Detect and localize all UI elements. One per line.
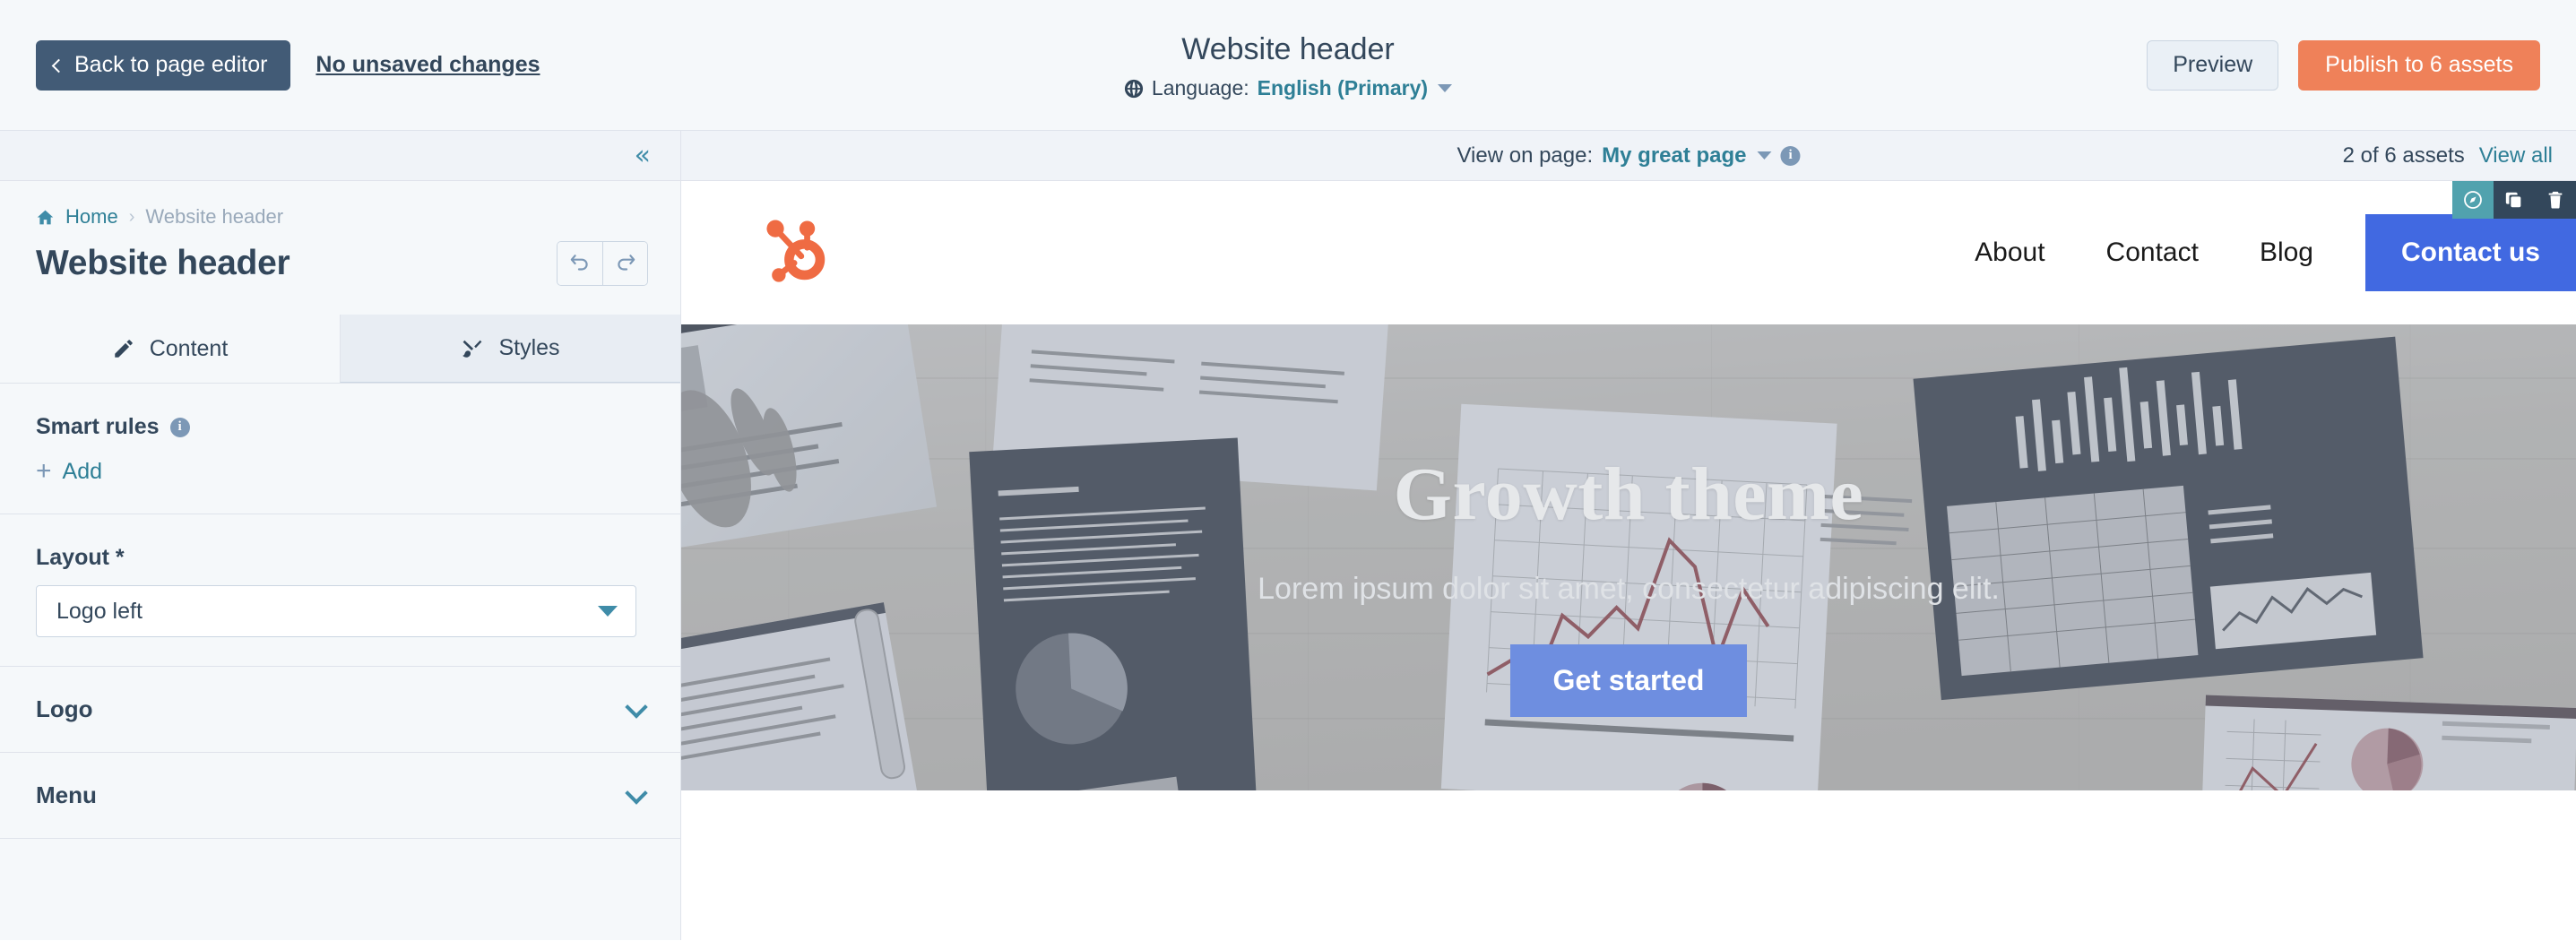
breadcrumb-home-link[interactable]: Home <box>65 205 118 229</box>
hubspot-sprocket-logo <box>766 220 826 282</box>
top-toolbar-left: Back to page editor No unsaved changes <box>0 39 540 91</box>
undo-redo-group <box>557 241 648 286</box>
contact-us-cta-button[interactable]: Contact us <box>2364 214 2576 291</box>
accordion-menu-label: Menu <box>36 781 97 808</box>
view-on-page-label: View on page: <box>1457 142 1594 168</box>
info-icon[interactable]: i <box>1780 145 1801 166</box>
view-on-page-value[interactable]: My great page <box>1602 143 1746 168</box>
accordion-logo[interactable]: Logo <box>0 667 680 753</box>
site-header-module: About Contact Blog Contact us <box>681 181 2576 324</box>
top-toolbar-right: Preview Publish to 6 assets <box>2147 39 2576 91</box>
view-on-page-control: View on page: My great page i <box>1457 142 1801 168</box>
smart-rules-label: Smart rules <box>36 414 160 439</box>
breadcrumb: Home › Website header <box>0 181 680 229</box>
chevron-left-icon <box>51 58 66 73</box>
nav-link-contact[interactable]: Contact <box>2076 237 2229 268</box>
assets-count-label: 2 of 6 assets <box>2342 142 2465 168</box>
sidebar-title-row: Website header <box>0 229 680 286</box>
language-selector[interactable]: Language: English (Primary) <box>1124 76 1453 100</box>
double-chevron-left-icon[interactable]: « <box>635 142 651 169</box>
add-smart-rule-button[interactable]: + Add <box>36 458 644 485</box>
smart-rules-header: Smart rules i <box>36 414 644 440</box>
redo-button[interactable] <box>602 242 647 285</box>
chevron-down-icon <box>625 695 648 719</box>
undo-button[interactable] <box>558 242 602 285</box>
sidebar-tabs: Content Styles <box>0 315 680 384</box>
language-value[interactable]: English (Primary) <box>1258 76 1428 100</box>
site-logo[interactable] <box>755 210 841 296</box>
accordion-menu[interactable]: Menu <box>0 753 680 839</box>
caret-down-icon <box>598 606 618 617</box>
caret-down-icon[interactable] <box>1757 151 1772 160</box>
page-title: Website header <box>1181 31 1395 66</box>
layout-select-value: Logo left <box>56 598 143 624</box>
nav-link-blog[interactable]: Blog <box>2229 237 2344 268</box>
sidebar-page-title: Website header <box>36 244 290 282</box>
breadcrumb-current: Website header <box>145 205 284 228</box>
secondary-toolbar-right: View on page: My great page i 2 of 6 ass… <box>681 131 2576 180</box>
nav-link-about[interactable]: About <box>1944 237 2075 268</box>
paintbrush-icon <box>461 337 484 360</box>
secondary-toolbar-left: « <box>0 131 681 180</box>
accordion-logo-label: Logo <box>36 695 93 722</box>
secondary-toolbar: « View on page: My great page i 2 of 6 a… <box>0 131 2576 181</box>
hero-title: Growth theme <box>1393 453 1864 536</box>
back-to-page-editor-label: Back to page editor <box>74 52 268 77</box>
preview-button[interactable]: Preview <box>2147 39 2279 91</box>
add-smart-rule-label: Add <box>62 458 103 484</box>
layout-field-label: Layout * <box>36 545 125 570</box>
unsaved-changes-status[interactable]: No unsaved changes <box>316 52 540 78</box>
publish-button[interactable]: Publish to 6 assets <box>2298 39 2540 91</box>
top-toolbar: Back to page editor No unsaved changes W… <box>0 0 2576 131</box>
chevron-down-icon <box>625 781 648 805</box>
caret-down-icon[interactable] <box>1438 84 1453 93</box>
tab-styles[interactable]: Styles <box>340 315 680 383</box>
get-started-button[interactable]: Get started <box>1509 644 1748 717</box>
clone-module-button[interactable] <box>2494 181 2535 219</box>
main-area: Home › Website header Website header Con… <box>0 181 2576 940</box>
globe-icon <box>1124 79 1144 99</box>
hero-content: Growth theme Lorem ipsum dolor sit amet,… <box>681 324 2576 790</box>
plus-icon: + <box>36 456 52 486</box>
pencil-icon <box>112 337 135 360</box>
tab-styles-label: Styles <box>498 335 560 360</box>
tab-content[interactable]: Content <box>0 315 340 383</box>
site-navigation: About Contact Blog Contact us <box>1944 214 2576 291</box>
breadcrumb-separator: › <box>128 206 135 227</box>
module-hover-toolbar <box>2452 181 2576 219</box>
edit-module-button[interactable] <box>2452 181 2494 219</box>
layout-select[interactable]: Logo left <box>36 585 636 637</box>
smart-rules-section: Smart rules i + Add <box>0 384 680 514</box>
editor-sidebar: Home › Website header Website header Con… <box>0 181 681 940</box>
page-preview: About Contact Blog Contact us Growth the… <box>681 181 2576 940</box>
home-icon[interactable] <box>36 208 55 227</box>
view-all-link[interactable]: View all <box>2479 143 2553 168</box>
language-prefix-label: Language: <box>1151 76 1249 100</box>
back-to-page-editor-button[interactable]: Back to page editor <box>36 39 291 91</box>
tab-content-label: Content <box>149 335 229 361</box>
layout-section: Layout * Logo left <box>0 514 680 667</box>
hero-module: Growth theme Lorem ipsum dolor sit amet,… <box>681 324 2576 790</box>
delete-module-button[interactable] <box>2535 181 2576 219</box>
info-icon[interactable]: i <box>169 417 190 437</box>
hero-subtitle: Lorem ipsum dolor sit amet, consectetur … <box>1258 572 2000 606</box>
assets-summary: 2 of 6 assets View all <box>2343 143 2553 168</box>
